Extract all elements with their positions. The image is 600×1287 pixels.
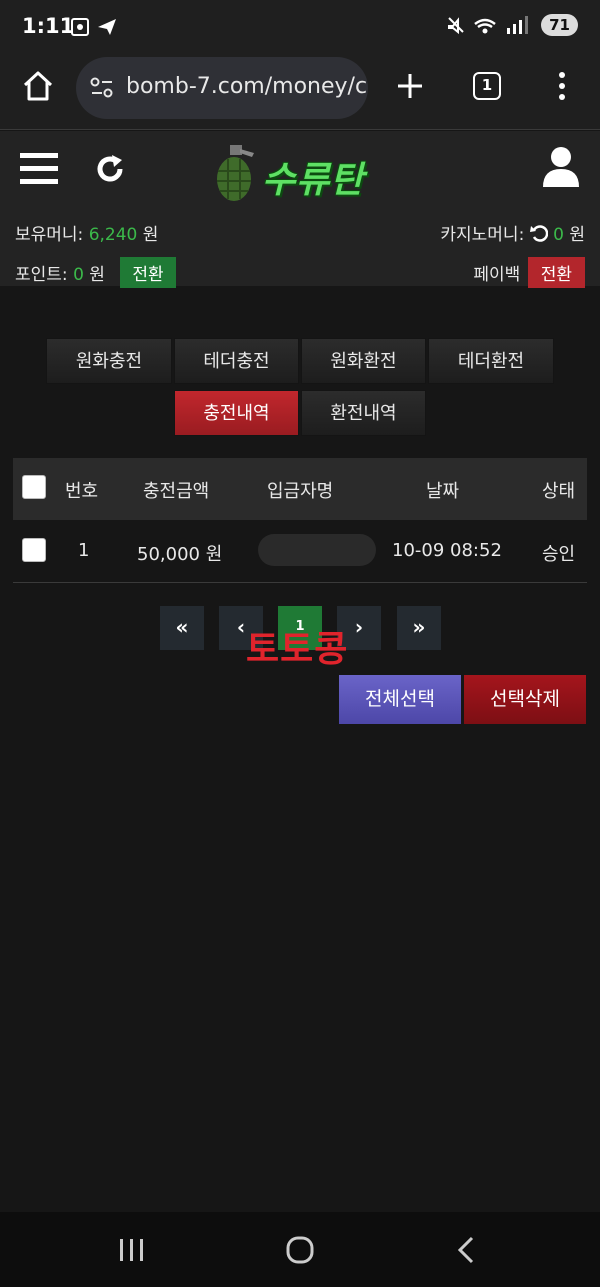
- hamburger-menu-icon[interactable]: [20, 153, 58, 185]
- tab-krw-deposit[interactable]: 원화충전: [46, 338, 172, 384]
- system-status-icons: [448, 16, 529, 35]
- casino-refresh-icon[interactable]: [529, 224, 548, 242]
- holding-money-unit: 원: [142, 225, 159, 245]
- url-bar[interactable]: bomb-7.com/money/c: [76, 57, 368, 119]
- header-status: 상태: [542, 481, 576, 502]
- system-nav-bar: [0, 1212, 600, 1287]
- tab-withdraw-history[interactable]: 환전내역: [301, 390, 426, 436]
- battery-badge: 71: [541, 14, 578, 36]
- casino-money-unit: 원: [569, 225, 585, 245]
- points-unit: 원: [89, 265, 105, 285]
- payback: 페이백 전환: [473, 257, 585, 288]
- home-button-icon[interactable]: [285, 1236, 315, 1264]
- site-header: 수류탄 보유머니: 6,240 원 카지노머니: 0 원 포인트: 0 원 전환…: [0, 131, 600, 288]
- header-date: 날짜: [426, 481, 460, 502]
- points-label: 포인트:: [15, 265, 68, 285]
- point-convert-button[interactable]: 전환: [120, 257, 176, 288]
- browser-toolbar: bomb-7.com/money/c 1: [0, 54, 600, 130]
- holding-money-label: 보유머니:: [15, 225, 84, 245]
- casino-money-value: 0: [553, 225, 564, 245]
- table-header: 번호 충전금액 입금자명 날짜 상태: [13, 458, 587, 520]
- tab-switcher-button[interactable]: 1: [473, 72, 501, 100]
- user-profile-icon[interactable]: [542, 145, 580, 187]
- row-checkbox[interactable]: [22, 538, 46, 562]
- site-logo[interactable]: 수류탄: [262, 151, 364, 203]
- header-number: 번호: [65, 481, 99, 502]
- payback-convert-button[interactable]: 전환: [527, 257, 585, 288]
- tab-deposit-history[interactable]: 충전내역: [174, 390, 299, 436]
- casino-money: 카지노머니: 0 원: [440, 220, 585, 245]
- row-number: 1: [78, 540, 90, 561]
- casino-money-label: 카지노머니:: [440, 225, 525, 245]
- back-icon[interactable]: [456, 1236, 476, 1264]
- tab-tether-withdraw[interactable]: 테더환전: [428, 338, 554, 384]
- tab-krw-withdraw[interactable]: 원화환전: [301, 338, 426, 384]
- more-menu-icon[interactable]: [552, 70, 572, 102]
- row-depositor-redacted: [258, 534, 376, 566]
- header-depositor: 입금자명: [267, 481, 334, 502]
- row-date: 10-09 08:52: [392, 540, 502, 561]
- delete-selected-button[interactable]: 선택삭제: [464, 675, 586, 724]
- page-first-button[interactable]: «: [160, 606, 204, 650]
- holding-money-value: 6,240: [88, 225, 138, 245]
- status-right: 71: [445, 14, 578, 36]
- status-left-icons: [70, 16, 130, 42]
- row-status: 승인: [542, 544, 576, 565]
- row-amount: 50,000 원: [137, 544, 223, 565]
- notification-icons: [71, 18, 116, 36]
- header-amount: 충전금액: [143, 481, 210, 502]
- points-value: 0: [73, 265, 84, 285]
- tab-tether-deposit[interactable]: 테더충전: [174, 338, 299, 384]
- refresh-icon[interactable]: [94, 153, 126, 185]
- table-row: 1 50,000 원 10-09 08:52 승인: [13, 520, 587, 583]
- status-bar: 1:11 71: [0, 0, 600, 54]
- payback-label: 페이백: [473, 265, 521, 285]
- status-time: 1:11: [22, 14, 75, 38]
- holding-money: 보유머니: 6,240 원: [15, 220, 158, 245]
- site-settings-icon[interactable]: [90, 77, 114, 99]
- recent-apps-icon[interactable]: [118, 1238, 146, 1262]
- grenade-logo-icon: [217, 145, 254, 201]
- page-last-button[interactable]: »: [397, 606, 441, 650]
- watermark-text: 토토콩: [246, 629, 349, 670]
- home-icon[interactable]: [20, 68, 56, 104]
- points: 포인트: 0 원 전환: [15, 257, 176, 288]
- url-text: bomb-7.com/money/c: [126, 74, 368, 99]
- select-all-button[interactable]: 전체선택: [339, 675, 461, 724]
- select-all-checkbox[interactable]: [22, 475, 46, 499]
- new-tab-icon[interactable]: [394, 70, 426, 102]
